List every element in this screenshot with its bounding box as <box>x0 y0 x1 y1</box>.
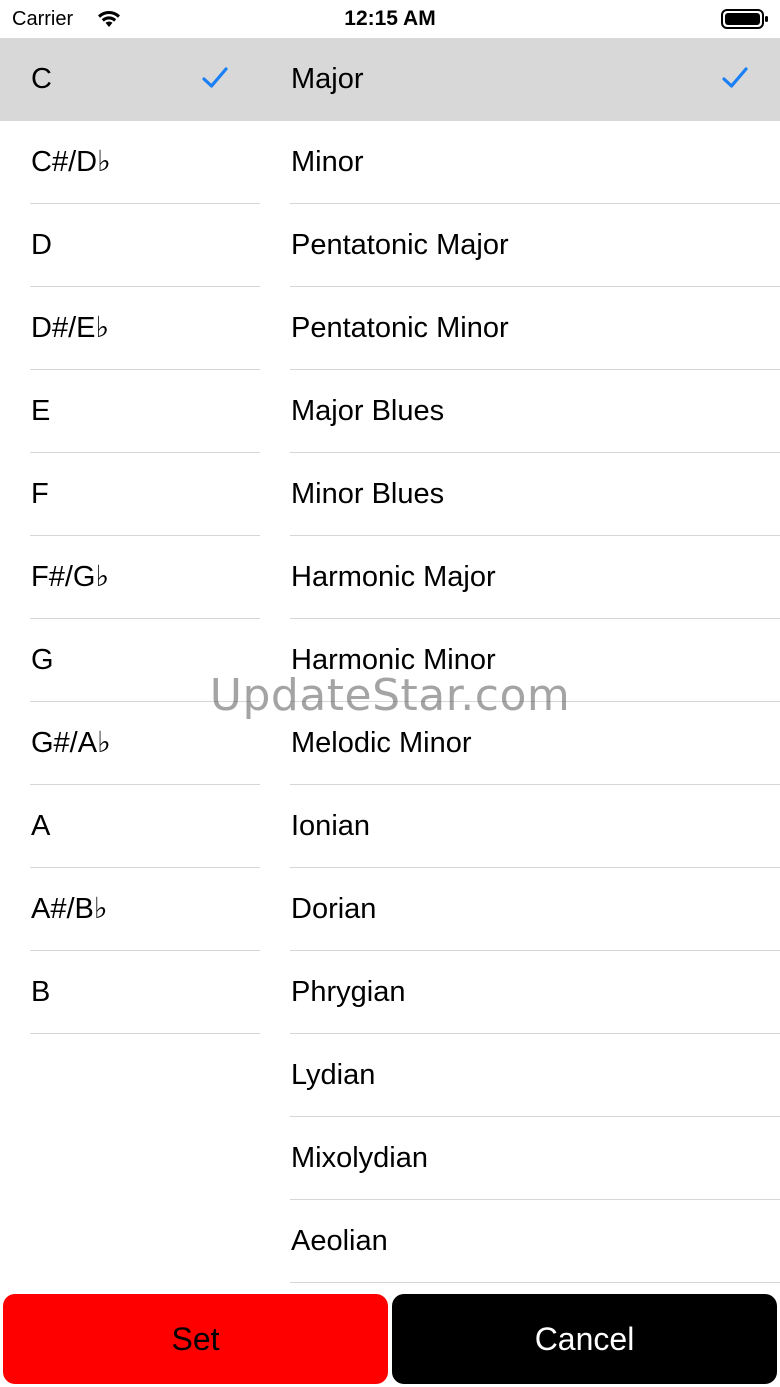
key-row[interactable]: E <box>0 370 260 453</box>
checkmark-icon <box>722 67 748 88</box>
scale-row[interactable]: Major <box>260 38 780 121</box>
scale-row-label: Dorian <box>291 893 377 925</box>
scale-row[interactable]: Ionian <box>260 785 780 868</box>
scale-row-label: Harmonic Major <box>291 561 496 593</box>
scale-row-label: Aeolian <box>291 1225 388 1257</box>
key-row-label: B <box>31 976 51 1008</box>
scale-row-label: Melodic Minor <box>291 727 472 759</box>
scale-row-label: Harmonic Minor <box>291 644 496 676</box>
scale-row-label: Phrygian <box>291 976 406 1008</box>
checkmark-icon <box>202 67 228 88</box>
scale-row[interactable]: Lydian <box>260 1034 780 1117</box>
scale-row-label: Minor <box>291 146 364 178</box>
key-list: C C#/D♭ D D#/E♭ E F F#/G♭ G G#/A♭ A A#/B♭ B <box>0 38 260 1034</box>
key-row[interactable]: C <box>0 38 260 121</box>
scale-row[interactable]: Phrygian <box>260 951 780 1034</box>
row-separator <box>30 1033 260 1034</box>
clock-time: 12:15 AM <box>344 7 436 30</box>
key-row[interactable]: D <box>0 204 260 287</box>
cancel-button[interactable]: Cancel <box>392 1294 777 1384</box>
status-bar: Carrier 12:15 AM <box>0 0 780 38</box>
key-row[interactable]: G <box>0 619 260 702</box>
key-row[interactable]: C#/D♭ <box>0 121 260 204</box>
scale-row-label: Lydian <box>291 1059 376 1091</box>
key-row-label: F#/G♭ <box>31 561 110 593</box>
action-bar: Set Cancel <box>0 1283 780 1387</box>
scale-row[interactable]: Melodic Minor <box>260 702 780 785</box>
scale-row[interactable]: Major Blues <box>260 370 780 453</box>
scale-row[interactable]: Mixolydian <box>260 1117 780 1200</box>
key-row-label: A <box>31 810 51 842</box>
scale-row-label: Pentatonic Major <box>291 229 509 261</box>
scale-row[interactable]: Minor Blues <box>260 453 780 536</box>
scale-row[interactable]: Harmonic Major <box>260 536 780 619</box>
key-row[interactable]: A#/B♭ <box>0 868 260 951</box>
scale-row-label: Minor Blues <box>291 478 445 510</box>
key-row-label: C <box>31 63 52 95</box>
scale-row[interactable]: Aeolian <box>260 1200 780 1283</box>
key-row-label: D#/E♭ <box>31 312 110 344</box>
key-row-label: D <box>31 229 52 261</box>
scale-row-label: Major <box>291 63 364 95</box>
scale-row-label: Major Blues <box>291 395 445 427</box>
key-row[interactable]: G#/A♭ <box>0 702 260 785</box>
key-row[interactable]: D#/E♭ <box>0 287 260 370</box>
scale-row-label: Pentatonic Minor <box>291 312 509 344</box>
key-row[interactable]: F#/G♭ <box>0 536 260 619</box>
battery-icon <box>721 9 768 29</box>
scale-row[interactable]: Dorian <box>260 868 780 951</box>
scale-row[interactable]: Harmonic Minor <box>260 619 780 702</box>
scale-list: Major Minor Pentatonic Major Pentatonic Min… <box>260 38 780 1283</box>
picker-content: C C#/D♭ D D#/E♭ E F F#/G♭ G G#/A♭ A A#/B♭ B Major Mi… <box>0 38 780 1283</box>
scale-row[interactable]: Pentatonic Major <box>260 204 780 287</box>
scale-row-label: Mixolydian <box>291 1142 428 1174</box>
key-row-label: G <box>31 644 54 676</box>
scale-row[interactable]: Minor <box>260 121 780 204</box>
key-row-label: C#/D♭ <box>31 146 111 178</box>
scale-row[interactable]: Pentatonic Minor <box>260 287 780 370</box>
key-row-label: F <box>31 478 49 510</box>
key-row[interactable]: F <box>0 453 260 536</box>
key-row[interactable]: B <box>0 951 260 1034</box>
key-row-label: A#/B♭ <box>31 893 108 925</box>
set-button[interactable]: Set <box>3 1294 388 1384</box>
key-row-label: E <box>31 395 51 427</box>
key-row[interactable]: A <box>0 785 260 868</box>
key-row-label: G#/A♭ <box>31 727 111 759</box>
scale-row-label: Ionian <box>291 810 371 842</box>
